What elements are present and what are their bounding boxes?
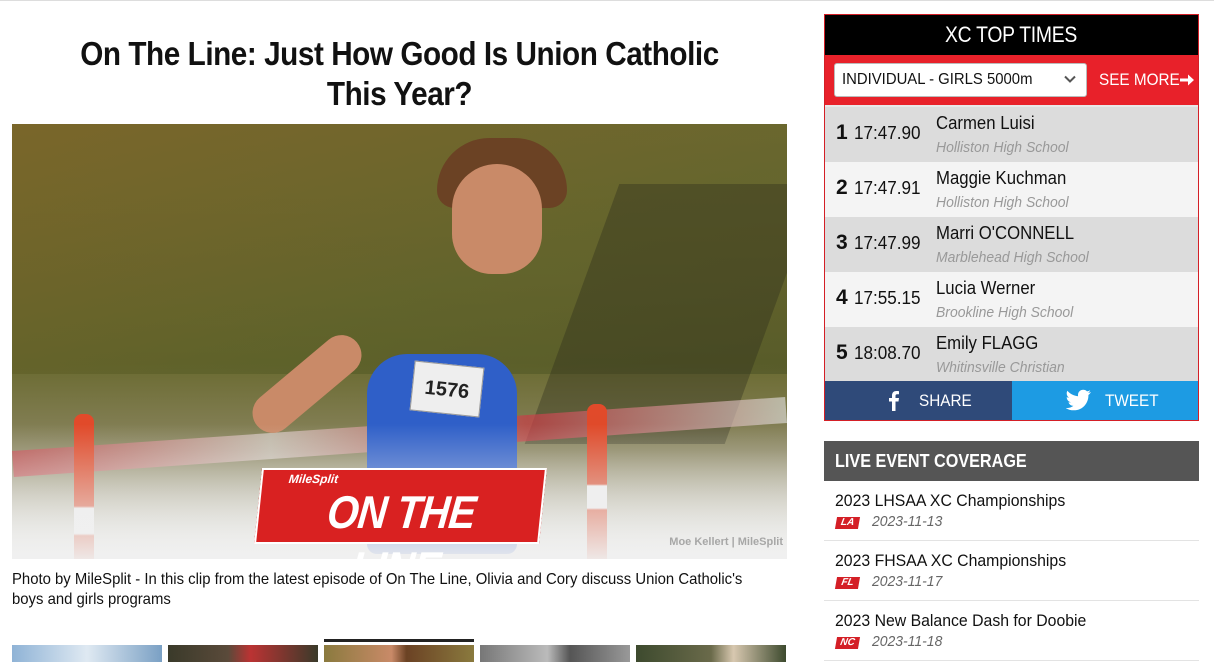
top-times-row[interactable]: 2 17:47.91 Maggie Kuchman Holliston High… xyxy=(825,162,1198,217)
photo-credit-watermark: Moe Kellert | MileSplit xyxy=(669,536,783,548)
athlete-name[interactable]: Lucia Werner xyxy=(936,278,1043,299)
thumbnail-strip xyxy=(12,639,787,662)
top-times-title: XC TOP TIMES xyxy=(825,15,1198,55)
thumbnail[interactable] xyxy=(168,645,318,662)
share-label: SHARE xyxy=(919,391,972,410)
arrow-right-icon xyxy=(1180,74,1194,86)
thumbnail[interactable] xyxy=(480,645,630,662)
state-badge: FL xyxy=(834,577,861,589)
state-badge: NC xyxy=(834,637,861,649)
xc-top-times-widget: XC TOP TIMES INDIVIDUAL - GIRLS 5000m SE… xyxy=(824,14,1199,421)
tweet-label: TWEET xyxy=(1105,391,1159,410)
event-date: 2023-11-18 xyxy=(872,633,943,650)
time: 17:47.90 xyxy=(854,123,921,143)
athlete-name[interactable]: Emily FLAGG xyxy=(936,333,1046,354)
see-more-label: SEE MORE xyxy=(1099,70,1180,89)
logo-title: ON THE LINE xyxy=(324,486,478,559)
time: 18:08.70 xyxy=(854,343,921,363)
chevron-down-icon xyxy=(1064,75,1076,83)
time: 17:55.15 xyxy=(854,288,921,308)
top-times-row[interactable]: 3 17:47.99 Marri O'CONNELL Marblehead Hi… xyxy=(825,217,1198,272)
event-select-value: INDIVIDUAL - GIRLS 5000m xyxy=(842,71,1033,88)
runner-head xyxy=(452,164,542,274)
school-name[interactable]: Marblehead High School xyxy=(936,249,1100,266)
thumbnail-image xyxy=(636,645,786,662)
top-times-row[interactable]: 5 18:08.70 Emily FLAGG Whitinsville Chri… xyxy=(825,327,1198,382)
live-event-item[interactable]: 2023 LHSAA XC Championships LA 2023-11-1… xyxy=(824,481,1199,541)
rank: 5 xyxy=(836,341,848,364)
top-times-filter-bar: INDIVIDUAL - GIRLS 5000m SEE MORE xyxy=(825,55,1198,105)
thumbnail-image xyxy=(168,645,318,662)
athlete-name[interactable]: Marri O'CONNELL xyxy=(936,223,1084,244)
article-main: On The Line: Just How Good Is Union Cath… xyxy=(12,0,787,662)
rank: 4 xyxy=(836,286,848,309)
live-event-item[interactable]: 2023 New Balance Dash for Doobie NC 2023… xyxy=(824,601,1199,661)
state-badge: LA xyxy=(834,517,861,529)
twitter-icon xyxy=(1066,389,1091,411)
thumbnail-image xyxy=(12,645,162,662)
event-title[interactable]: 2023 FHSAA XC Championships xyxy=(835,551,1084,571)
live-event-item[interactable]: 2023 FHSAA XC Championships FL 2023-11-1… xyxy=(824,541,1199,601)
event-select[interactable]: INDIVIDUAL - GIRLS 5000m xyxy=(834,63,1087,97)
school-name[interactable]: Holliston High School xyxy=(936,194,1079,211)
share-facebook-button[interactable]: SHARE xyxy=(825,381,1012,420)
thumbnail-image xyxy=(324,645,474,662)
article-headline: On The Line: Just How Good Is Union Cath… xyxy=(80,35,719,112)
event-title[interactable]: 2023 LHSAA XC Championships xyxy=(835,491,1083,511)
thumbnail-image xyxy=(480,645,630,662)
live-coverage-title: LIVE EVENT COVERAGE xyxy=(824,441,1199,481)
rank: 3 xyxy=(836,231,848,254)
event-date: 2023-11-17 xyxy=(872,573,943,590)
hero-image[interactable]: 1576 MileSplit ON THE LINE Moe Kellert |… xyxy=(12,124,787,559)
see-more-link[interactable]: SEE MORE xyxy=(1099,55,1194,105)
school-name[interactable]: Brookline High School xyxy=(936,304,1084,321)
thumbnail-active[interactable] xyxy=(324,639,474,662)
school-name[interactable]: Holliston High School xyxy=(936,139,1079,156)
event-date: 2023-11-13 xyxy=(872,513,943,530)
school-name[interactable]: Whitinsville Christian xyxy=(936,359,1074,376)
facebook-icon xyxy=(889,391,899,411)
rank: 1 xyxy=(836,121,848,144)
top-times-list: 1 17:47.90 Carmen Luisi Holliston High S… xyxy=(825,107,1198,382)
live-event-coverage: LIVE EVENT COVERAGE 2023 LHSAA XC Champi… xyxy=(824,441,1199,661)
share-twitter-button[interactable]: TWEET xyxy=(1012,381,1198,420)
athlete-name[interactable]: Maggie Kuchman xyxy=(936,168,1076,189)
photo-caption: Photo by MileSplit - In this clip from t… xyxy=(12,571,743,608)
time: 17:47.91 xyxy=(854,178,921,198)
top-times-row[interactable]: 1 17:47.90 Carmen Luisi Holliston High S… xyxy=(825,107,1198,162)
rank: 2 xyxy=(836,176,848,199)
time: 17:47.99 xyxy=(854,233,921,253)
thumbnail[interactable] xyxy=(636,645,786,662)
top-times-row[interactable]: 4 17:55.15 Lucia Werner Brookline High S… xyxy=(825,272,1198,327)
event-title[interactable]: 2023 New Balance Dash for Doobie xyxy=(835,611,1105,631)
athlete-name[interactable]: Carmen Luisi xyxy=(936,113,1042,134)
on-the-line-logo: MileSplit ON THE LINE xyxy=(254,468,547,559)
race-bib: 1576 xyxy=(409,360,485,418)
thumbnail[interactable] xyxy=(12,645,162,662)
